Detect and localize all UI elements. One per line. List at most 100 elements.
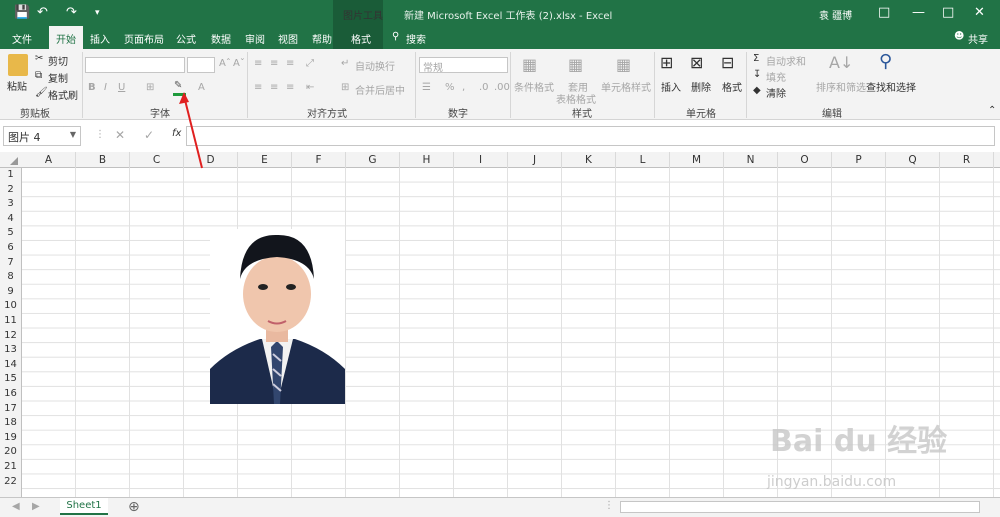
row-header-8[interactable]: 8 — [0, 270, 21, 285]
collapse-ribbon-icon[interactable]: ⌃ — [988, 105, 996, 116]
row-header-11[interactable]: 11 — [0, 314, 21, 329]
bottom-align-icon[interactable]: ≡ — [286, 58, 294, 69]
inserted-picture[interactable] — [210, 229, 345, 404]
row-header-20[interactable]: 20 — [0, 445, 21, 460]
scroll-left-icon[interactable]: ◀ — [12, 501, 20, 512]
row-header-17[interactable]: 17 — [0, 402, 21, 417]
format-painter-button[interactable]: 格式刷 — [48, 87, 78, 102]
format-cells-button[interactable]: 格式 — [722, 79, 742, 94]
column-header-j[interactable]: J — [508, 152, 562, 168]
search-box[interactable]: 搜索 — [406, 31, 426, 46]
enter-formula-icon[interactable]: ✓ — [144, 128, 154, 142]
delete-cells-icon[interactable]: ⊠ — [690, 53, 703, 72]
tab-view[interactable]: 视图 — [278, 31, 298, 46]
autosum-icon[interactable]: Σ — [753, 53, 759, 64]
undo-icon[interactable]: ↶ — [37, 5, 48, 20]
center-align-icon[interactable]: ≡ — [270, 82, 278, 93]
increase-font-icon[interactable]: Aˆ — [219, 58, 231, 69]
fill-icon[interactable]: ↧ — [753, 69, 761, 80]
column-header-i[interactable]: I — [454, 152, 508, 168]
column-header-k[interactable]: K — [562, 152, 616, 168]
column-header-e[interactable]: E — [238, 152, 292, 168]
user-name[interactable]: 袁 疆博 — [819, 7, 852, 22]
wrap-text-button[interactable]: 自动换行 — [355, 58, 395, 73]
top-align-icon[interactable]: ≡ — [254, 58, 262, 69]
bold-button[interactable]: B — [88, 82, 96, 93]
row-header-10[interactable]: 10 — [0, 299, 21, 314]
tab-home[interactable]: 开始 — [49, 26, 83, 49]
conditional-format-button[interactable]: 条件格式 — [514, 79, 554, 94]
underline-button[interactable]: U — [118, 82, 125, 93]
row-header-1[interactable]: 1 — [0, 168, 21, 183]
tab-format[interactable]: 格式 — [351, 31, 371, 46]
find-icon[interactable]: ⚲ — [879, 51, 892, 72]
formula-input[interactable] — [186, 126, 995, 146]
more-icon[interactable]: ⋮ — [95, 129, 105, 140]
indent-icon[interactable]: ⇤ — [306, 82, 314, 93]
tab-help[interactable]: 帮助 — [312, 31, 332, 46]
tab-formulas[interactable]: 公式 — [176, 31, 196, 46]
sort-filter-icon[interactable]: A↓ — [829, 53, 853, 72]
row-header-16[interactable]: 16 — [0, 387, 21, 402]
clear-button[interactable]: 清除 — [766, 85, 786, 100]
save-icon[interactable]: 💾 — [14, 5, 30, 20]
tab-file[interactable]: 文件 — [12, 31, 32, 46]
share-button[interactable]: 共享 — [968, 31, 988, 46]
column-header-h[interactable]: H — [400, 152, 454, 168]
cell-style-button[interactable]: 单元格样式 — [601, 79, 651, 94]
fill-button[interactable]: 填充 — [766, 69, 786, 84]
select-all-icon[interactable] — [10, 157, 18, 165]
paste-button[interactable]: 粘贴 — [7, 78, 27, 93]
column-header-o[interactable]: O — [778, 152, 832, 168]
table-format-button-2[interactable]: 表格格式 — [556, 91, 596, 106]
row-header-19[interactable]: 19 — [0, 431, 21, 446]
row-header-7[interactable]: 7 — [0, 256, 21, 271]
table-format-icon[interactable]: ▦ — [568, 55, 583, 74]
minimize-icon[interactable]: — — [912, 5, 925, 20]
middle-align-icon[interactable]: ≡ — [270, 58, 278, 69]
merge-center-button[interactable]: 合并后居中 — [355, 82, 405, 97]
conditional-format-icon[interactable]: ▦ — [522, 55, 537, 74]
wrap-text-icon[interactable]: ↵ — [341, 58, 349, 69]
increase-decimal-icon[interactable]: .0 — [479, 82, 489, 93]
column-header-q[interactable]: Q — [886, 152, 940, 168]
column-header-g[interactable]: G — [346, 152, 400, 168]
insert-cells-icon[interactable]: ⊞ — [660, 53, 673, 72]
percent-icon[interactable]: % — [445, 82, 455, 93]
column-header-b[interactable]: B — [76, 152, 130, 168]
merge-icon[interactable]: ⊞ — [341, 82, 349, 93]
decrease-font-icon[interactable]: Aˇ — [233, 58, 245, 69]
column-header-p[interactable]: P — [832, 152, 886, 168]
font-size-box[interactable] — [187, 57, 215, 73]
horizontal-scrollbar[interactable] — [620, 501, 980, 513]
cell-style-icon[interactable]: ▦ — [616, 55, 631, 74]
row-header-3[interactable]: 3 — [0, 197, 21, 212]
right-align-icon[interactable]: ≡ — [286, 82, 294, 93]
number-format-box[interactable]: 常规 — [419, 57, 508, 74]
column-header-n[interactable]: N — [724, 152, 778, 168]
ribbon-display-icon[interactable]: □ — [878, 5, 890, 20]
column-header-l[interactable]: L — [616, 152, 670, 168]
border-icon[interactable]: ⊞ — [146, 82, 154, 93]
sheet-tab-sheet1[interactable]: Sheet1 — [60, 498, 108, 515]
close-icon[interactable]: ✕ — [974, 5, 985, 20]
autosum-button[interactable]: 自动求和 — [766, 53, 806, 68]
copy-icon[interactable]: ⧉ — [35, 70, 42, 81]
left-align-icon[interactable]: ≡ — [254, 82, 262, 93]
find-select-button[interactable]: 查找和选择 — [866, 79, 916, 94]
row-header-5[interactable]: 5 — [0, 226, 21, 241]
row-header-4[interactable]: 4 — [0, 212, 21, 227]
add-sheet-icon[interactable]: ⊕ — [128, 499, 140, 515]
decrease-decimal-icon[interactable]: .00 — [494, 82, 510, 93]
row-header-22[interactable]: 22 — [0, 475, 21, 490]
column-header-r[interactable]: R — [940, 152, 994, 168]
row-header-13[interactable]: 13 — [0, 343, 21, 358]
format-cells-icon[interactable]: ⊟ — [721, 53, 734, 72]
customize-qat-icon[interactable]: ▾ — [95, 8, 100, 18]
search-icon[interactable]: ⚲ — [392, 31, 399, 42]
row-header-14[interactable]: 14 — [0, 358, 21, 373]
row-header-2[interactable]: 2 — [0, 183, 21, 198]
row-header-21[interactable]: 21 — [0, 460, 21, 475]
comma-icon[interactable]: , — [462, 82, 465, 93]
share-icon[interactable]: ☻ — [954, 31, 964, 42]
